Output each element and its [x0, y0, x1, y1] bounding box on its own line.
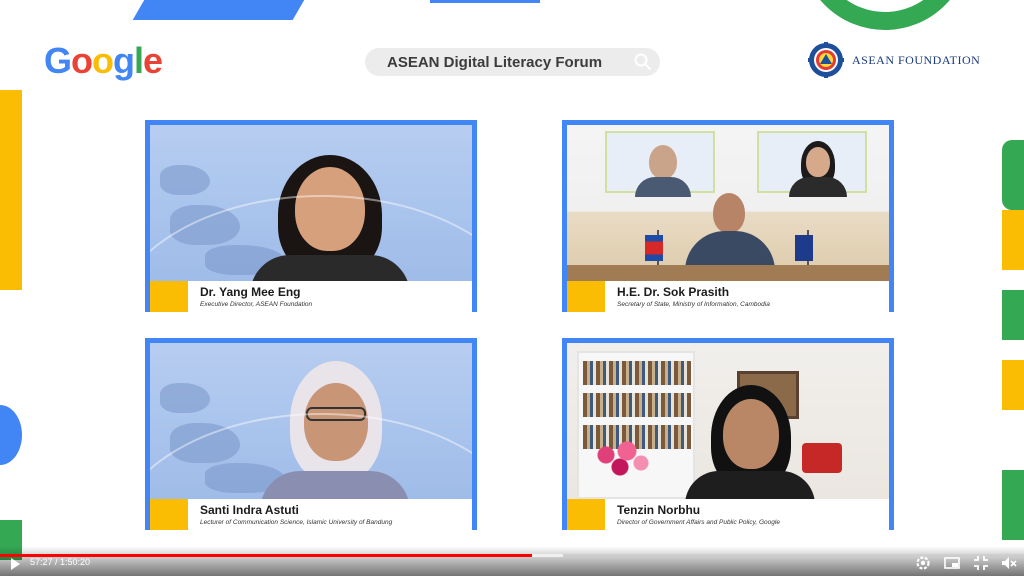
- google-logo-letter: o: [71, 40, 93, 81]
- speaker-body: [250, 255, 410, 281]
- map-landmass: [205, 245, 285, 275]
- settings-icon[interactable]: [914, 554, 932, 572]
- speaker-name: H.E. Dr. Sok Prasith: [617, 285, 730, 299]
- decor-green-bar-right-3: [1002, 470, 1024, 540]
- glasses-icon: [306, 407, 366, 421]
- google-logo-letter: G: [44, 40, 72, 81]
- desk: [567, 265, 889, 281]
- google-logo-letter: l: [134, 40, 144, 81]
- decor-yellow-bar-right: [1002, 210, 1024, 270]
- forum-title-bar: ASEAN Digital Literacy Forum: [365, 48, 660, 76]
- remote-participant-video: [757, 131, 867, 197]
- speaker-silhouette: [685, 193, 775, 279]
- play-icon[interactable]: [8, 557, 22, 571]
- video-frame: Google ASEAN Digital Literacy Forum ASEA…: [0, 0, 1024, 576]
- cambodia-flag-icon: [645, 235, 663, 261]
- speaker-caption: Santi Indra Astuti Lecturer of Communica…: [150, 499, 472, 530]
- asean-flag-icon: [795, 235, 813, 261]
- shelf-books: [583, 393, 691, 417]
- speaker-role: Lecturer of Communication Science, Islam…: [200, 519, 393, 526]
- speaker-role: Secretary of State, Ministry of Informat…: [617, 301, 770, 308]
- decor-yellow-bar-right-2: [1002, 360, 1024, 410]
- caption-yellow-block: [567, 499, 605, 530]
- tile-accent-yellow: [889, 245, 894, 275]
- speaker-video: [567, 125, 889, 281]
- speaker-tile: H.E. Dr. Sok Prasith Secretary of State,…: [562, 120, 894, 312]
- speaker-caption: Tenzin Norbhu Director of Government Aff…: [567, 499, 889, 530]
- asean-foundation-name: ASEAN FOUNDATION: [852, 52, 981, 67]
- progress-bar[interactable]: [0, 554, 1024, 557]
- decor-blue-line-top: [430, 0, 540, 3]
- speaker-silhouette: [685, 385, 815, 499]
- tile-accent-yellow: [472, 245, 477, 275]
- speaker-face: [713, 193, 745, 233]
- flower-vase: [585, 439, 655, 479]
- tile-accent-green: [472, 383, 477, 433]
- participant-face: [806, 147, 830, 177]
- speaker-role: Executive Director, ASEAN Foundation: [200, 301, 313, 308]
- decor-yellow-bar-left: [0, 90, 22, 290]
- remote-participant-video: [605, 131, 715, 197]
- bookshelf: [577, 351, 695, 499]
- caption-yellow-block: [150, 499, 188, 530]
- speaker-tile: Santi Indra Astuti Lecturer of Communica…: [145, 338, 477, 530]
- speaker-face: [723, 399, 779, 469]
- google-logo: Google: [44, 40, 163, 82]
- fullscreen-exit-icon[interactable]: [972, 554, 990, 572]
- map-landmass: [160, 383, 210, 413]
- google-logo-letter: g: [113, 40, 135, 81]
- speaker-role: Director of Government Affairs and Publi…: [617, 519, 780, 526]
- participant-body: [635, 177, 691, 197]
- tile-accent-yellow: [889, 463, 894, 493]
- speaker-caption: Dr. Yang Mee Eng Executive Director, ASE…: [150, 281, 472, 312]
- picture-in-picture-icon[interactable]: [943, 554, 961, 572]
- google-logo-letter: e: [143, 40, 163, 81]
- map-landmass: [160, 165, 210, 195]
- asean-emblem-icon: [808, 42, 844, 78]
- participant-face: [649, 145, 677, 179]
- decor-green-ring: [800, 0, 970, 30]
- time-display: 57:27 / 1:50:20: [30, 557, 91, 567]
- tile-accent-green: [472, 165, 477, 215]
- google-logo-letter: o: [92, 40, 114, 81]
- speaker-name: Tenzin Norbhu: [617, 503, 701, 517]
- caption-yellow-block: [567, 281, 605, 312]
- caption-yellow-block: [150, 281, 188, 312]
- search-icon: [634, 53, 652, 71]
- speaker-silhouette: [260, 361, 410, 499]
- speaker-caption: H.E. Dr. Sok Prasith Secretary of State,…: [567, 281, 889, 312]
- tile-accent-green: [889, 383, 894, 433]
- volume-muted-icon[interactable]: [1000, 554, 1018, 572]
- map-landmass: [170, 423, 240, 463]
- speaker-body: [685, 471, 815, 499]
- speaker-video: [150, 125, 472, 281]
- asean-foundation-logo: ASEAN FOUNDATION: [808, 42, 980, 78]
- speaker-tile: Dr. Yang Mee Eng Executive Director, ASE…: [145, 120, 477, 312]
- shelf-books: [583, 361, 691, 385]
- speaker-video: [567, 343, 889, 499]
- map-landmass: [170, 205, 240, 245]
- decor-blue-half-circle: [0, 405, 22, 465]
- map-landmass: [205, 463, 285, 493]
- decor-green-bar-right: [1002, 140, 1024, 210]
- speaker-name: Santi Indra Astuti: [200, 503, 299, 517]
- speaker-silhouette: [250, 155, 410, 281]
- speaker-face: [295, 167, 365, 251]
- speaker-body: [260, 471, 410, 499]
- participant-body: [789, 177, 847, 197]
- forum-title: ASEAN Digital Literacy Forum: [387, 53, 603, 71]
- tile-accent-yellow: [472, 463, 477, 493]
- tile-accent-green: [889, 165, 894, 215]
- speaker-name: Dr. Yang Mee Eng: [200, 285, 301, 299]
- decor-green-bar-right-2: [1002, 290, 1024, 340]
- player-controls: [0, 546, 1024, 576]
- speaker-tile: Tenzin Norbhu Director of Government Aff…: [562, 338, 894, 530]
- speaker-hijab: [290, 361, 382, 481]
- speaker-video: [150, 343, 472, 499]
- decor-blue-shape-top: [132, 0, 328, 20]
- speaker-face: [304, 383, 368, 461]
